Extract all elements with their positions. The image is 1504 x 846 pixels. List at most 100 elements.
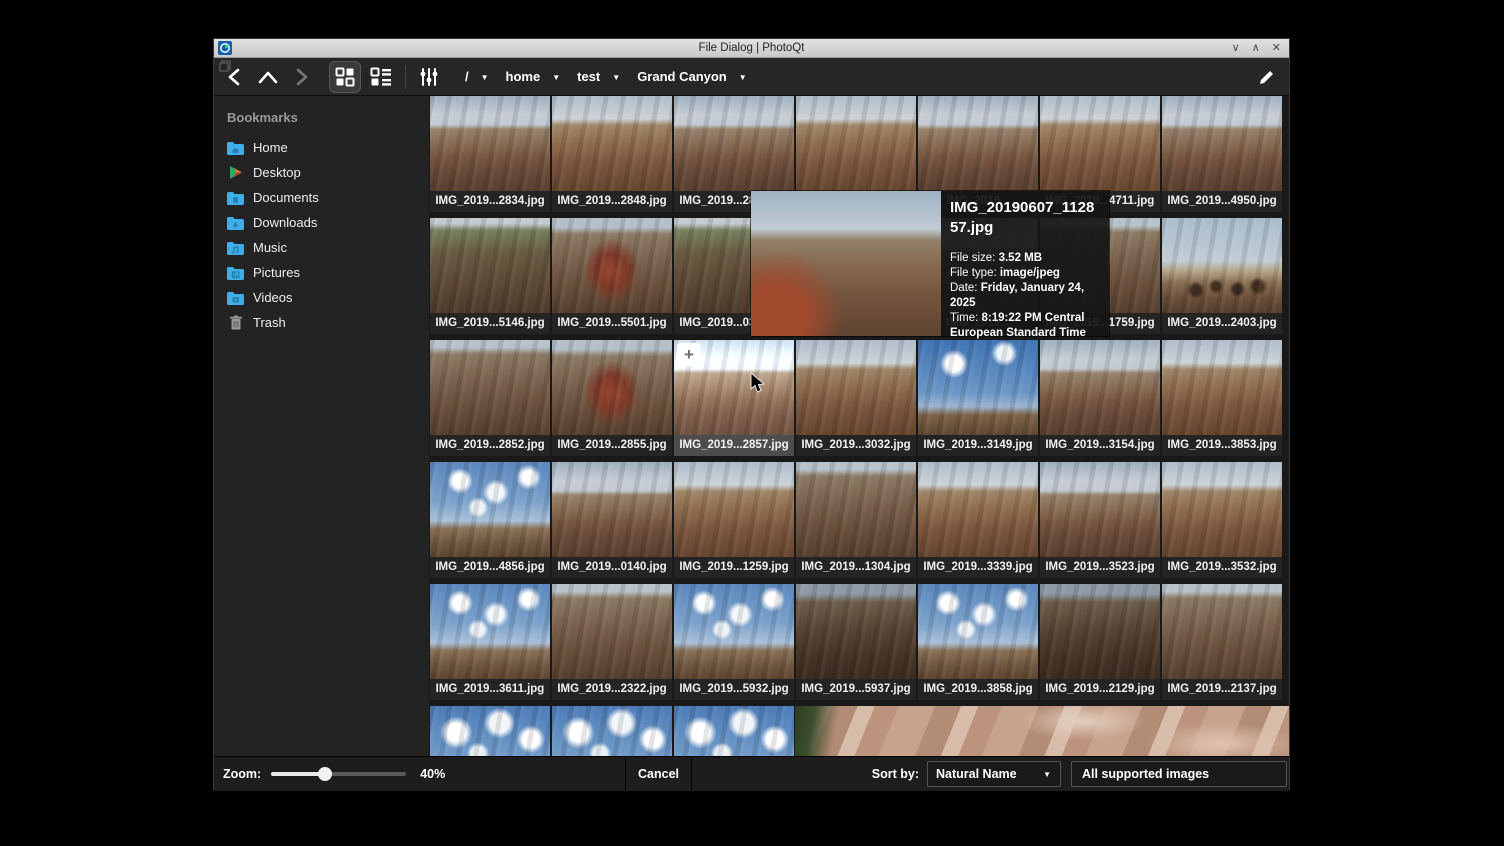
file-thumbnail[interactable] <box>796 584 916 679</box>
file-thumbnail[interactable] <box>796 96 916 191</box>
breadcrumb-segment-2[interactable]: test <box>571 65 606 88</box>
file-thumbnail[interactable] <box>1162 462 1282 557</box>
file-thumbnail[interactable] <box>552 584 672 679</box>
title-bar[interactable]: File Dialog | PhotoQt ∨ ∧ ✕ <box>214 39 1289 58</box>
file-item[interactable]: IMG_2019...3523.jpg <box>1039 462 1161 584</box>
file-type-filter[interactable]: All supported images <box>1071 761 1287 787</box>
cancel-button[interactable]: Cancel <box>626 767 691 781</box>
file-thumbnail[interactable] <box>552 218 672 313</box>
detach-dialog-icon[interactable] <box>219 60 231 72</box>
minimize-button[interactable]: ∨ <box>1232 43 1240 54</box>
file-thumbnail[interactable] <box>1040 96 1160 191</box>
file-item[interactable]: IMG_2019...2129.jpg <box>1039 584 1161 706</box>
file-item[interactable]: IMG_2019...3339.jpg <box>917 462 1039 584</box>
file-name-label: IMG_2019...2848.jpg <box>552 191 672 212</box>
file-thumbnail[interactable] <box>918 584 1038 679</box>
zoom-slider[interactable] <box>271 767 406 781</box>
sort-dropdown[interactable]: Natural Name ▼ <box>927 761 1061 787</box>
file-thumbnail[interactable] <box>1162 96 1282 191</box>
file-thumbnail[interactable] <box>918 96 1038 191</box>
file-thumbnail[interactable] <box>430 706 550 756</box>
bookmark-item-home[interactable]: Home <box>214 135 429 160</box>
zoom-slider-handle[interactable] <box>318 767 332 781</box>
file-thumbnail[interactable] <box>1162 584 1282 679</box>
file-item[interactable] <box>429 706 551 756</box>
file-thumbnail[interactable] <box>430 462 550 557</box>
file-thumbnail[interactable] <box>796 340 916 435</box>
breadcrumb-dropdown-icon[interactable]: ▼ <box>610 71 627 82</box>
edit-pencil-button[interactable] <box>1253 64 1279 90</box>
file-item[interactable]: IMG_2019...3149.jpg <box>917 340 1039 462</box>
bookmark-item-documents[interactable]: Documents <box>214 185 429 210</box>
file-item[interactable]: IMG_2019...5501.jpg <box>551 218 673 340</box>
file-item[interactable] <box>551 706 673 756</box>
file-item[interactable]: IMG_2019...5146.jpg <box>429 218 551 340</box>
file-item[interactable]: IMG_2019...4856.jpg <box>429 462 551 584</box>
bookmark-item-desktop[interactable]: Desktop <box>214 160 429 185</box>
file-thumbnail[interactable] <box>1162 340 1282 435</box>
bookmark-item-trash[interactable]: Trash <box>214 310 429 335</box>
forward-button[interactable] <box>288 63 316 91</box>
bookmark-item-pictures[interactable]: Pictures <box>214 260 429 285</box>
file-name-label: IMG_2019...2322.jpg <box>552 679 672 700</box>
file-thumbnail[interactable] <box>1040 462 1160 557</box>
file-thumbnail[interactable] <box>1040 340 1160 435</box>
file-item[interactable]: IMG_2019...3032.jpg <box>795 340 917 462</box>
file-thumbnail[interactable] <box>674 584 794 679</box>
file-thumbnail[interactable]: + <box>674 340 794 435</box>
file-thumbnail[interactable] <box>552 706 672 756</box>
file-thumbnail[interactable] <box>552 462 672 557</box>
file-item[interactable]: IMG_2019...1259.jpg <box>673 462 795 584</box>
breadcrumb-dropdown-icon[interactable]: ▼ <box>550 71 567 82</box>
file-item[interactable]: +IMG_2019...2857.jpg <box>673 340 795 462</box>
file-thumbnail[interactable] <box>552 340 672 435</box>
file-item[interactable]: IMG_2019...2403.jpg <box>1161 218 1283 340</box>
file-name-label: IMG_2019...4950.jpg <box>1162 191 1282 212</box>
bookmark-item-downloads[interactable]: Downloads <box>214 210 429 235</box>
bookmark-item-videos[interactable]: Videos <box>214 285 429 310</box>
file-item[interactable]: IMG_2019...2848.jpg <box>551 96 673 218</box>
file-item[interactable]: IMG_2019...2322.jpg <box>551 584 673 706</box>
maximize-button[interactable]: ∧ <box>1252 43 1260 54</box>
breadcrumb-segment-1[interactable]: home <box>500 65 547 88</box>
close-button[interactable]: ✕ <box>1272 43 1281 54</box>
breadcrumb-dropdown-icon[interactable]: ▼ <box>479 71 496 82</box>
file-item[interactable]: IMG_2019...4950.jpg <box>1161 96 1283 218</box>
file-thumbnail[interactable] <box>674 706 794 756</box>
filter-sliders-button[interactable] <box>415 63 443 91</box>
breadcrumb-segment-0[interactable]: / <box>459 65 475 88</box>
bookmark-item-music[interactable]: Music <box>214 235 429 260</box>
file-item[interactable]: IMG_2019...2855.jpg <box>551 340 673 462</box>
file-thumbnail[interactable] <box>430 96 550 191</box>
file-item[interactable]: IMG_2019...2834.jpg <box>429 96 551 218</box>
up-button[interactable] <box>254 63 282 91</box>
file-item[interactable] <box>673 706 795 756</box>
grid-view-button[interactable] <box>330 62 360 92</box>
file-item[interactable]: IMG_2019...5932.jpg <box>673 584 795 706</box>
file-item[interactable]: IMG_2019...3154.jpg <box>1039 340 1161 462</box>
list-view-button[interactable] <box>366 62 396 92</box>
file-item[interactable]: IMG_2019...3611.jpg <box>429 584 551 706</box>
file-thumbnail[interactable] <box>674 462 794 557</box>
file-thumbnail[interactable] <box>1040 584 1160 679</box>
file-item[interactable]: IMG_2019...3853.jpg <box>1161 340 1283 462</box>
file-thumbnail[interactable] <box>1162 218 1282 313</box>
file-thumbnail[interactable] <box>430 584 550 679</box>
file-item[interactable]: IMG_2019...2852.jpg <box>429 340 551 462</box>
file-thumbnail[interactable] <box>552 96 672 191</box>
file-item[interactable]: IMG_2019...2137.jpg <box>1161 584 1283 706</box>
file-thumbnail[interactable] <box>674 96 794 191</box>
file-thumbnail[interactable] <box>430 218 550 313</box>
file-item[interactable]: IMG_2019...5937.jpg <box>795 584 917 706</box>
file-item[interactable]: IMG_2019...0140.jpg <box>551 462 673 584</box>
file-item[interactable]: IMG_2019...3858.jpg <box>917 584 1039 706</box>
file-thumbnail[interactable] <box>796 462 916 557</box>
file-item[interactable]: IMG_2019...1304.jpg <box>795 462 917 584</box>
breadcrumb-dropdown-icon[interactable]: ▼ <box>737 71 754 82</box>
file-item[interactable]: IMG_2019...3532.jpg <box>1161 462 1283 584</box>
breadcrumb-segment-3[interactable]: Grand Canyon <box>631 65 733 88</box>
file-thumbnail[interactable] <box>918 462 1038 557</box>
file-thumbnail[interactable] <box>918 340 1038 435</box>
file-thumbnail[interactable] <box>430 340 550 435</box>
add-selection-button[interactable]: + <box>677 343 701 366</box>
